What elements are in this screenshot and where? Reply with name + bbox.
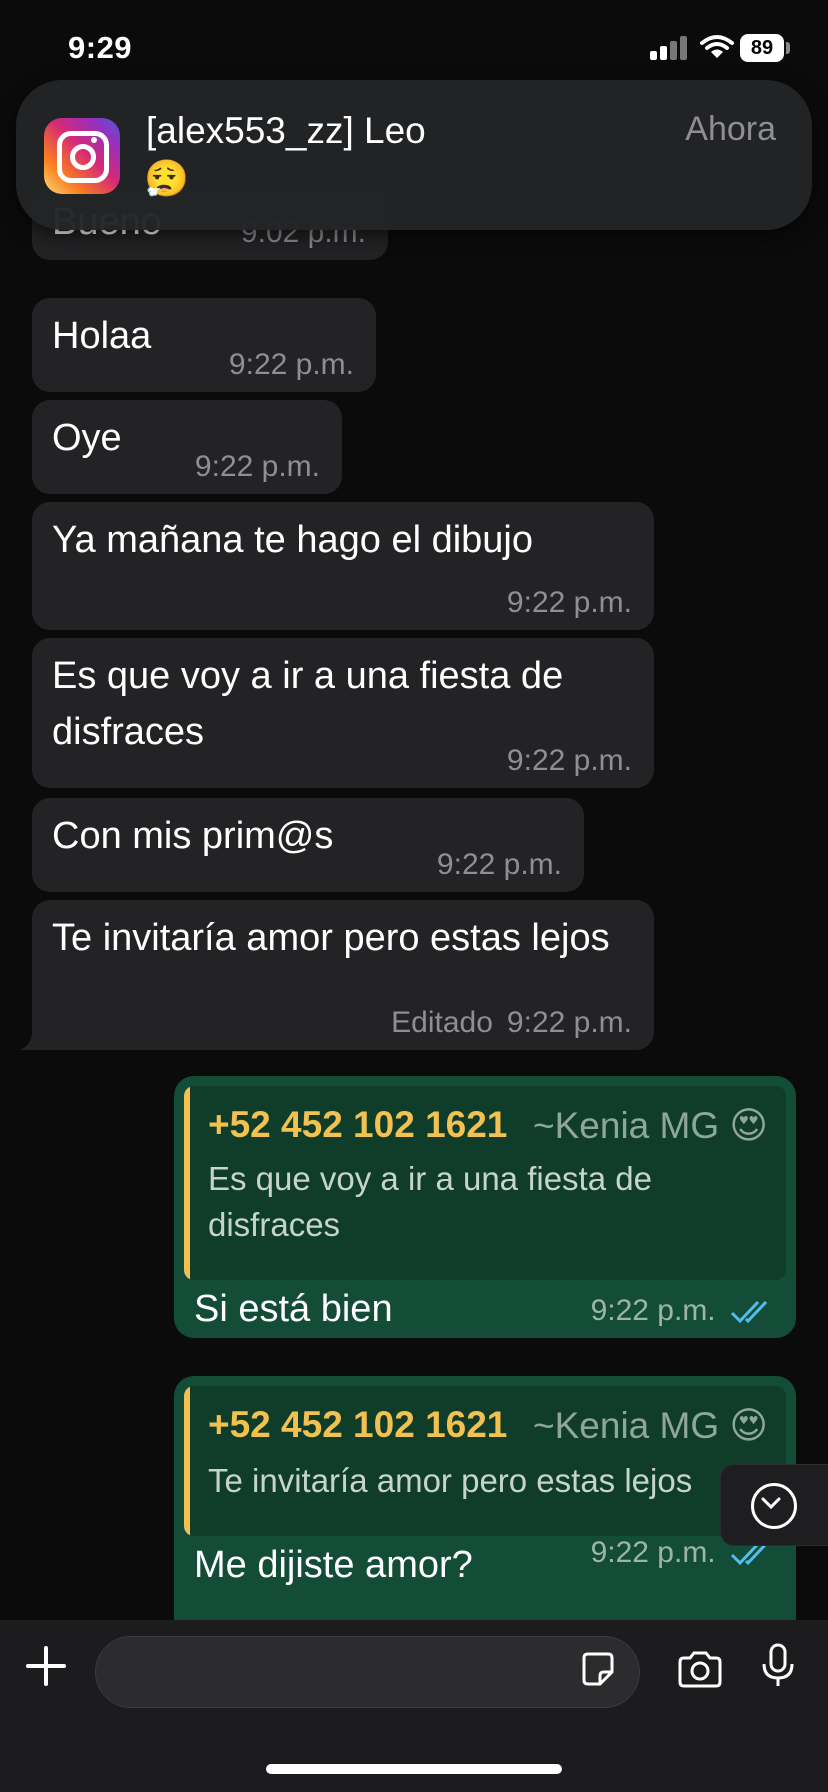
message-text: Ya mañana te hago el dibujo (52, 519, 533, 561)
message-input[interactable] (95, 1636, 640, 1708)
message-time: 9:22 p.m. (506, 586, 632, 619)
bubble-tail (20, 1026, 44, 1050)
quote-accent-bar (184, 1086, 190, 1280)
message-incoming[interactable]: Oye 9:22 p.m. (32, 400, 342, 494)
message-text: Me dijiste amor? (194, 1544, 473, 1586)
plus-icon[interactable] (24, 1644, 68, 1688)
battery-tip (786, 42, 790, 54)
instagram-icon (44, 118, 120, 194)
message-outgoing[interactable]: ~Kenia MG 😍 +52 452 102 1621 Te invitarí… (174, 1376, 796, 1620)
quote-accent-bar (184, 1386, 190, 1536)
battery-level: 89 (740, 34, 784, 62)
edited-label: Editado (391, 1006, 493, 1039)
wifi-icon (700, 35, 734, 58)
message-incoming[interactable]: Es que voy a ir a una fiesta de disfrace… (32, 638, 654, 788)
message-meta: Editado 9:22 p.m. (391, 1006, 632, 1040)
message-time: 9:22 p.m. (194, 450, 320, 483)
message-meta: 9:22 p.m. (591, 1294, 774, 1328)
notification-banner[interactable]: [alex553_zz] Leo 😮‍💨 Ahora (16, 80, 812, 230)
message-text: Holaa (52, 315, 152, 357)
message-time: 9:22 p.m. (436, 848, 562, 881)
quoted-message[interactable]: ~Kenia MG 😍 +52 452 102 1621 Te invitarí… (184, 1386, 786, 1536)
status-bar: 9:29 89 (0, 0, 828, 100)
message-time: 9:22 p.m. (228, 348, 354, 381)
quote-phone-number: +52 452 102 1621 (208, 1104, 508, 1145)
message-time: 9:22 p.m. (506, 744, 632, 777)
message-text: Oye (52, 417, 122, 459)
scroll-to-bottom-button[interactable] (720, 1464, 828, 1546)
quote-text: Es que voy a ir a una fiesta de disfrace… (208, 1160, 652, 1243)
message-outgoing[interactable]: ~Kenia MG 😍 +52 452 102 1621 Es que voy … (174, 1076, 796, 1338)
message-text: Con mis prim@s (52, 815, 334, 857)
message-incoming[interactable]: Con mis prim@s 9:22 p.m. (32, 798, 584, 892)
notification-message: 😮‍💨 (144, 158, 189, 199)
chevron-down-icon (751, 1483, 797, 1529)
sticker-icon[interactable] (578, 1650, 618, 1690)
quote-contact-name: ~Kenia MG 😍 (533, 1405, 768, 1446)
status-time: 9:29 (68, 30, 133, 65)
notification-sender: [alex553_zz] Leo (146, 110, 426, 151)
quote-contact-name: ~Kenia MG 😍 (533, 1105, 768, 1146)
message-text: Te invitaría amor pero estas lejos (52, 917, 610, 959)
quote-text: Te invitaría amor pero estas lejos (208, 1462, 693, 1499)
message-incoming[interactable]: Holaa 9:22 p.m. (32, 298, 376, 392)
camera-icon[interactable] (676, 1650, 724, 1690)
message-text: Si está bien (194, 1288, 393, 1330)
quote-phone-number: +52 452 102 1621 (208, 1404, 508, 1445)
quoted-message[interactable]: ~Kenia MG 😍 +52 452 102 1621 Es que voy … (184, 1086, 786, 1280)
message-time: 9:22 p.m. (590, 1294, 716, 1327)
message-time: 9:22 p.m. (590, 1536, 716, 1569)
read-receipt-icon (730, 1301, 768, 1324)
microphone-icon[interactable] (760, 1642, 796, 1690)
cellular-signal-icon (650, 36, 690, 60)
chat-messages[interactable]: Bueno 9:02 p.m. Holaa 9:22 p.m. Oye 9:22… (0, 170, 828, 1620)
home-indicator[interactable] (266, 1764, 562, 1774)
notification-time: Ahora (685, 110, 776, 148)
message-time: 9:22 p.m. (506, 1006, 632, 1039)
message-incoming[interactable]: Ya mañana te hago el dibujo 9:22 p.m. (32, 502, 654, 630)
message-incoming[interactable]: Te invitaría amor pero estas lejos Edita… (32, 900, 654, 1050)
